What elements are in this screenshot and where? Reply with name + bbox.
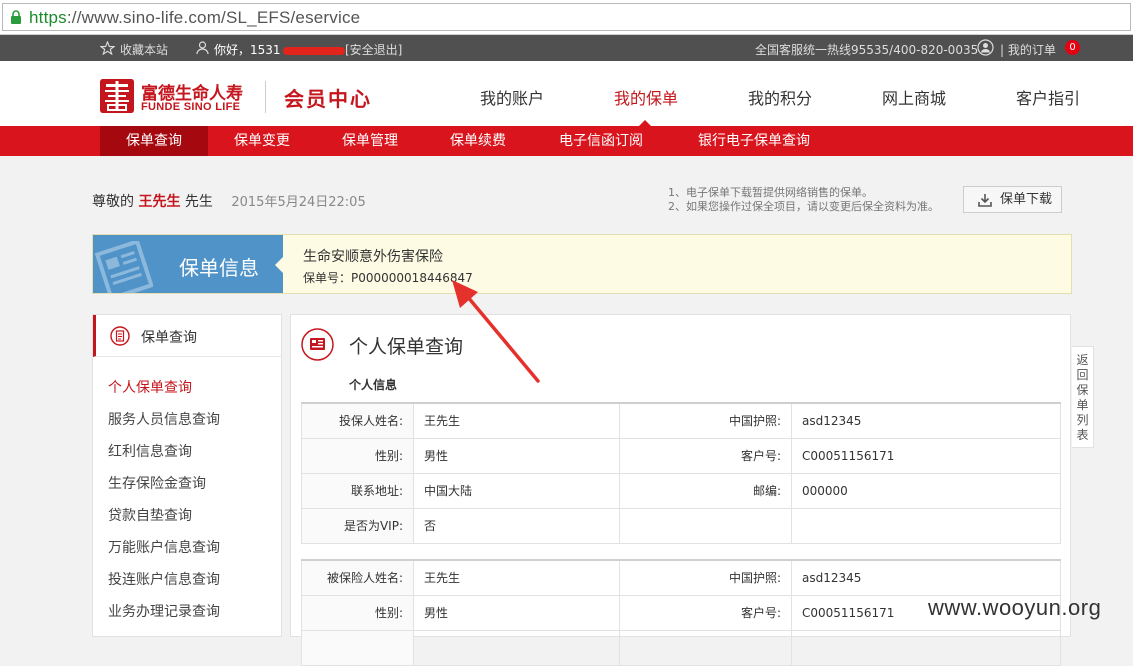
table-row: 性别: 男性 客户号: C00051156171 xyxy=(301,437,1061,474)
logout-link[interactable]: [安全退出] xyxy=(345,41,402,58)
policy-info-banner: 保单信息 生命安顺意外伤害保险 保单号：P000000018446847 xyxy=(92,234,1072,294)
sidebar-item-universal-account-query[interactable]: 万能账户信息查询 xyxy=(108,537,220,557)
logo-english-name: FUNDE SINO LIFE xyxy=(141,101,241,113)
my-orders-link[interactable]: | 我的订单 xyxy=(1000,41,1056,58)
member-center-title: 会员中心 xyxy=(284,87,372,111)
return-to-policy-list-tab[interactable]: 返回保单列表 xyxy=(1072,346,1094,448)
policy-download-button[interactable]: 保单下载 xyxy=(963,186,1062,213)
browser-address-bar: https://www.sino-life.com/SL_EFS/eservic… xyxy=(0,0,1133,35)
main-title: 个人保单查询 xyxy=(349,336,464,358)
policy-info-tag: 保单信息 xyxy=(93,235,283,293)
favorite-link[interactable]: 收藏本站 xyxy=(120,41,168,58)
table-row: 是否为VIP: 否 xyxy=(301,507,1061,544)
sidebar-item-service-staff-query[interactable]: 服务人员信息查询 xyxy=(108,409,220,429)
url-text: https://www.sino-life.com/SL_EFS/eservic… xyxy=(29,8,361,27)
sidebar-item-investment-account-query[interactable]: 投连账户信息查询 xyxy=(108,569,220,589)
sidebar-item-bonus-query[interactable]: 红利信息查询 xyxy=(108,441,192,461)
sidebar-item-business-record-query[interactable]: 业务办理记录查询 xyxy=(108,601,220,621)
sub-navigation: 保单查询 保单变更 保单管理 保单续费 电子信函订阅 银行电子保单查询 xyxy=(0,126,1133,156)
url-field[interactable]: https://www.sino-life.com/SL_EFS/eservic… xyxy=(2,3,1131,31)
table-row xyxy=(301,629,1061,666)
star-icon xyxy=(100,41,115,55)
lock-icon xyxy=(11,10,21,24)
sidebar-item-personal-policy-query[interactable]: 个人保单查询 xyxy=(108,377,192,397)
utility-bar: 收藏本站 你好，1531 [安全退出] 全国客服统一热线95535/400-82… xyxy=(0,35,1133,61)
product-name: 生命安顺意外伤害保险 xyxy=(303,249,443,265)
sidebar-item-loan-advance-query[interactable]: 贷款自垫查询 xyxy=(108,505,192,525)
nav-my-account[interactable]: 我的账户 xyxy=(480,85,544,109)
login-datetime: 2015年5月24日22:05 xyxy=(231,195,366,210)
subnav-e-letter-subscription[interactable]: 电子信函订阅 xyxy=(548,126,654,156)
account-circle-icon[interactable] xyxy=(977,39,994,56)
table-row: 被保险人姓名: 王先生 中国护照: asd12345 xyxy=(301,559,1061,596)
policy-info-title: 保单信息 xyxy=(179,256,259,280)
subnav-policy-management[interactable]: 保单管理 xyxy=(320,126,420,156)
nav-my-policies[interactable]: 我的保单 xyxy=(614,85,678,109)
main-content: 个人保单查询 个人信息 投保人姓名: 王先生 中国护照: asd12345 性别… xyxy=(290,314,1071,666)
funde-logo-icon[interactable] xyxy=(100,79,134,113)
policy-holder-table: 投保人姓名: 王先生 中国护照: asd12345 性别: 男性 客户号: C0… xyxy=(301,402,1061,544)
site-header: 富德生命人寿 FUNDE SINO LIFE 会员中心 我的账户 我的保单 我的… xyxy=(0,61,1133,126)
subnav-policy-change[interactable]: 保单变更 xyxy=(212,126,312,156)
sidebar-item-survival-benefit-query[interactable]: 生存保险金查询 xyxy=(108,473,206,493)
user-greeting: 你好，1531 xyxy=(214,41,345,58)
user-welcome: 尊敬的 王先生 先生 2015年5月24日22:05 xyxy=(92,194,366,210)
nav-online-mall[interactable]: 网上商城 xyxy=(882,85,946,109)
nav-customer-guide[interactable]: 客户指引 xyxy=(1016,85,1080,109)
sidebar-title: 保单查询 xyxy=(141,330,197,346)
logo-divider xyxy=(265,81,266,113)
subnav-policy-query[interactable]: 保单查询 xyxy=(100,126,208,156)
download-notes: 1、电子保单下载暂提供网络销售的保单。 2、如果您操作过保全项目，请以变更后保全… xyxy=(668,186,939,213)
table-row: 投保人姓名: 王先生 中国护照: asd12345 xyxy=(301,402,1061,439)
annotation-arrow xyxy=(452,280,540,383)
watermark: www.wooyun.org xyxy=(928,595,1102,620)
table-row: 联系地址: 中国大陆 邮编: 000000 xyxy=(301,472,1061,509)
document-icon xyxy=(95,241,153,293)
personal-policy-icon xyxy=(301,328,334,361)
redaction-mark xyxy=(282,46,345,55)
user-name: 王先生 xyxy=(138,194,181,210)
order-count-badge: 0 xyxy=(1065,40,1080,55)
subnav-policy-renewal[interactable]: 保单续费 xyxy=(428,126,528,156)
subnav-bank-e-policy-query[interactable]: 银行电子保单查询 xyxy=(688,126,820,156)
sidebar-header: 保单查询 xyxy=(93,315,281,357)
hotline-text: 全国客服统一热线95535/400-820-0035 xyxy=(755,43,979,57)
download-icon xyxy=(978,194,992,207)
nav-my-points[interactable]: 我的积分 xyxy=(748,85,812,109)
user-icon xyxy=(196,41,209,55)
sidebar: 保单查询 个人保单查询 服务人员信息查询 红利信息查询 生存保险金查询 贷款自垫… xyxy=(92,314,282,637)
policy-query-icon xyxy=(110,326,130,346)
section-heading: 个人信息 xyxy=(349,378,398,392)
